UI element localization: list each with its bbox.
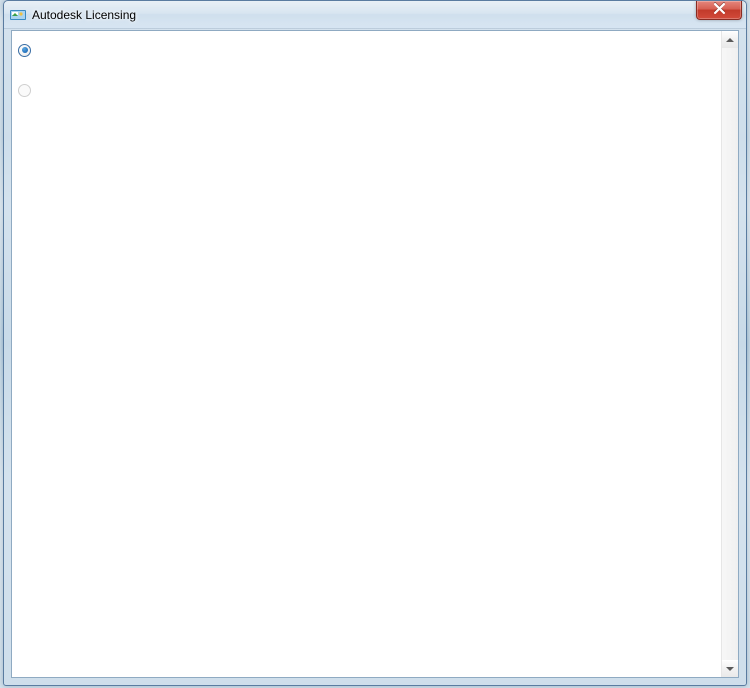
scroll-down-button[interactable] (722, 660, 738, 677)
chevron-up-icon (726, 38, 734, 42)
vertical-scrollbar[interactable] (721, 31, 738, 677)
close-icon (713, 3, 726, 17)
content-pane (12, 31, 721, 677)
option-radio-1[interactable] (18, 44, 31, 57)
option-row-2 (18, 81, 715, 99)
client-area (11, 30, 739, 678)
dialog-window: Autodesk Licensing (3, 0, 747, 686)
option-radio-2[interactable] (18, 84, 31, 97)
chevron-down-icon (726, 667, 734, 671)
titlebar[interactable]: Autodesk Licensing (4, 1, 746, 29)
close-button[interactable] (696, 1, 742, 20)
scroll-up-button[interactable] (722, 31, 738, 48)
option-row-1 (18, 41, 715, 59)
app-icon (10, 7, 26, 23)
window-title: Autodesk Licensing (32, 7, 136, 23)
scroll-track[interactable] (722, 48, 738, 660)
